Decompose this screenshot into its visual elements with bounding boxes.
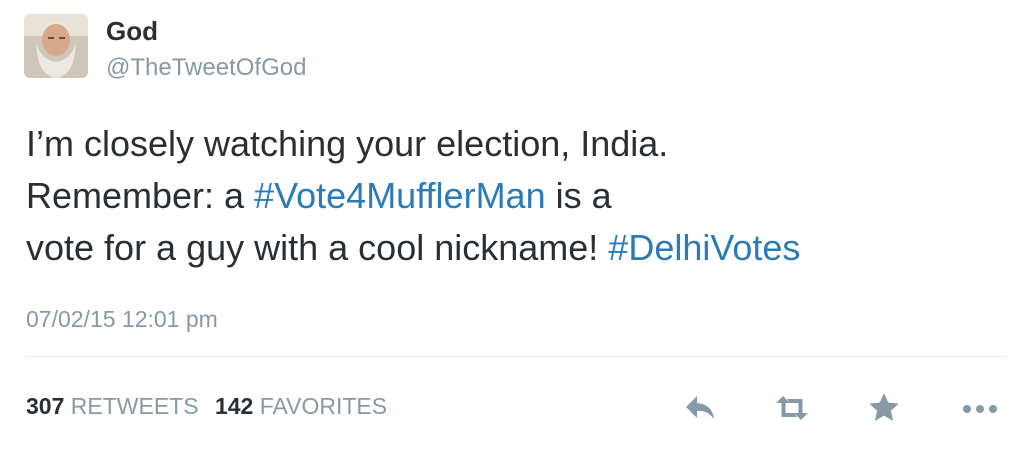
favorite-star-icon (869, 393, 899, 421)
user-handle[interactable]: @TheTweetOfGod (106, 54, 306, 82)
user-name[interactable]: God (106, 16, 158, 47)
favorites-label: FAVORITES (259, 393, 388, 419)
more-dots-icon (963, 405, 997, 413)
retweet-button[interactable] (772, 388, 812, 428)
tweet-text-segment: is a (545, 175, 612, 216)
tweet-line-2: Remember: a #Vote4MufflerMan is a (26, 170, 1006, 222)
avatar[interactable] (24, 14, 88, 78)
retweets-count: 307 (26, 393, 65, 419)
avatar-image (24, 14, 88, 78)
tweet-stats: 307 RETWEETS 142 FAVORITES (26, 393, 397, 420)
hashtag-link-vote4mufflerman[interactable]: #Vote4MufflerMan (254, 175, 546, 216)
hashtag-link-delhivotes[interactable]: #DelhiVotes (608, 227, 800, 268)
tweet-timestamp[interactable]: 07/02/15 12:01 pm (26, 306, 218, 333)
reply-button[interactable] (680, 388, 720, 428)
favorite-button[interactable] (864, 388, 904, 428)
retweets-stat[interactable]: 307 RETWEETS (26, 393, 199, 419)
tweet-card: God @TheTweetOfGod I’m closely watching … (0, 0, 1024, 450)
favorites-stat[interactable]: 142 FAVORITES (215, 393, 387, 419)
tweet-actions (676, 388, 1006, 428)
tweet-text: I’m closely watching your election, Indi… (26, 118, 1006, 274)
tweet-text-segment: Remember: a (26, 175, 255, 216)
tweet-text-segment: I’m closely watching your election, Indi… (26, 123, 669, 164)
tweet-line-3: vote for a guy with a cool nickname! #De… (26, 222, 1006, 274)
more-options-button[interactable] (958, 388, 998, 428)
divider (26, 356, 1006, 357)
reply-icon (686, 396, 714, 419)
retweet-icon (776, 396, 808, 420)
retweets-label: RETWEETS (70, 393, 199, 419)
favorites-count: 142 (214, 393, 254, 419)
tweet-text-segment: vote for a guy with a cool nickname! (26, 227, 609, 268)
tweet-line-1: I’m closely watching your election, Indi… (26, 118, 1006, 170)
